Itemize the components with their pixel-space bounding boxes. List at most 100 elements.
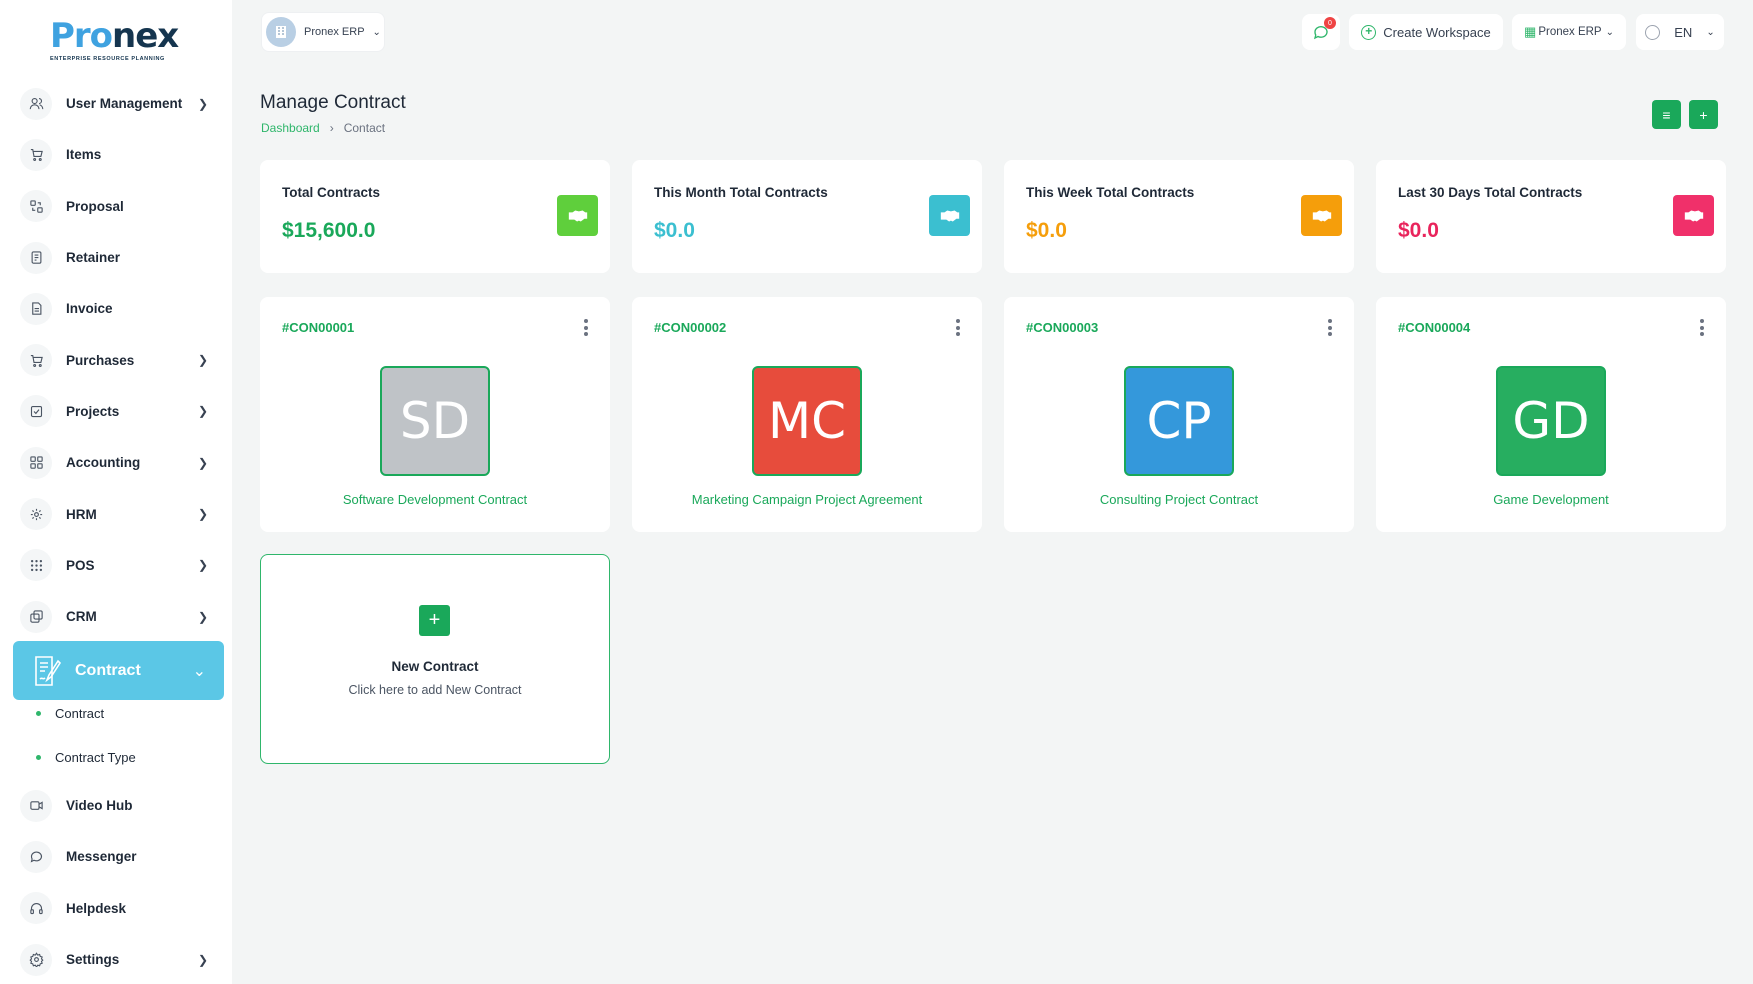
language-label: EN	[1674, 24, 1693, 40]
stat-card-this-month: This Month Total Contracts $0.0	[632, 160, 982, 273]
sidebar-nav: User Management ❯ Items Proposal Retaine…	[14, 78, 224, 642]
handshake-icon	[557, 195, 598, 236]
stat-value: $0.0	[654, 219, 695, 242]
sidebar-item-items[interactable]: Items	[14, 129, 224, 180]
workspace-name: Pronex ERP	[304, 26, 365, 38]
breadcrumb-dashboard-link[interactable]: Dashboard	[261, 121, 320, 135]
sidebar-item-label: Accounting	[66, 455, 141, 471]
sidebar-item-label: Projects	[66, 403, 120, 419]
workspace-select[interactable]: Pronex ERP ⌄	[261, 12, 385, 52]
contract-name[interactable]: Marketing Campaign Project Agreement	[632, 492, 982, 507]
contract-card[interactable]: #CON00002 MC Marketing Campaign Project …	[632, 297, 982, 532]
contract-id[interactable]: #CON00002	[654, 320, 726, 335]
contract-id[interactable]: #CON00004	[1398, 320, 1470, 335]
more-options-icon[interactable]	[584, 319, 588, 339]
sidebar-item-user-management[interactable]: User Management ❯	[14, 78, 224, 129]
chevron-right-icon: ❯	[197, 952, 208, 967]
sidebar-item-helpdesk[interactable]: Helpdesk	[14, 883, 224, 934]
chevron-down-icon: ⌄	[372, 26, 381, 38]
submenu-item-contract-type[interactable]: Contract Type	[36, 750, 136, 765]
list-view-button[interactable]: ≡	[1652, 100, 1681, 129]
users-icon	[20, 87, 52, 120]
erp-menu-button[interactable]: ▦ Pronex ERP ⌄	[1512, 14, 1626, 50]
contract-avatar: CP	[1124, 366, 1234, 476]
language-select[interactable]: EN ⌄	[1636, 14, 1724, 50]
sidebar-item-accounting[interactable]: Accounting ❯	[14, 437, 224, 488]
contract-card[interactable]: #CON00003 CP Consulting Project Contract	[1004, 297, 1354, 532]
more-options-icon[interactable]	[1328, 319, 1332, 339]
checkbox-icon	[20, 395, 52, 428]
sidebar-item-projects[interactable]: Projects ❯	[14, 386, 224, 437]
stat-label: Total Contracts	[282, 185, 381, 200]
sidebar-item-crm[interactable]: CRM ❯	[14, 591, 224, 642]
contract-id[interactable]: #CON00001	[282, 320, 354, 335]
chevron-down-icon: ⌄	[1605, 26, 1614, 38]
sidebar-item-invoice[interactable]: Invoice	[14, 283, 224, 334]
sidebar-item-label: HRM	[66, 506, 97, 522]
sidebar-nav-lower: Video Hub Messenger Helpdesk Settings ❯	[14, 780, 224, 984]
contract-name[interactable]: Consulting Project Contract	[1004, 492, 1354, 507]
bullet-icon	[36, 711, 41, 716]
proposal-icon	[20, 190, 52, 223]
submenu-item-contract[interactable]: Contract	[36, 706, 104, 721]
building-icon	[266, 17, 296, 47]
sidebar-item-pos[interactable]: POS ❯	[14, 540, 224, 591]
stat-card-total: Total Contracts $15,600.0	[260, 160, 610, 273]
sidebar-item-label: Contract	[75, 661, 141, 679]
apps-icon: ▦	[1524, 24, 1537, 39]
logo-word-a: Pro	[50, 16, 113, 56]
sidebar-item-label: Messenger	[66, 849, 137, 865]
contract-card[interactable]: #CON00004 GD Game Development	[1376, 297, 1726, 532]
plus-circle-icon: +	[1361, 24, 1377, 40]
sidebar-item-purchases[interactable]: Purchases ❯	[14, 334, 224, 385]
more-options-icon[interactable]	[956, 319, 960, 339]
messages-button[interactable]: 0	[1302, 14, 1340, 50]
create-workspace-label: Create Workspace	[1383, 24, 1491, 40]
add-contract-button[interactable]: +	[1689, 100, 1718, 129]
layers-icon	[20, 600, 52, 633]
contract-icon	[29, 653, 65, 689]
list-icon: ≡	[1662, 106, 1671, 123]
create-workspace-button[interactable]: + Create Workspace	[1349, 14, 1503, 50]
chevron-down-icon: ⌄	[1706, 26, 1715, 38]
sidebar-item-label: User Management	[66, 96, 183, 112]
breadcrumb-separator-icon: ›	[329, 121, 334, 135]
sidebar-item-label: CRM	[66, 609, 97, 625]
sidebar-item-hrm[interactable]: HRM ❯	[14, 488, 224, 539]
sidebar-item-retainer[interactable]: Retainer	[14, 232, 224, 283]
sidebar-item-settings[interactable]: Settings ❯	[14, 934, 224, 984]
sidebar-item-messenger[interactable]: Messenger	[14, 831, 224, 882]
sidebar-item-label: Settings	[66, 952, 120, 968]
chevron-right-icon: ❯	[197, 609, 208, 624]
contract-avatar: GD	[1496, 366, 1606, 476]
contract-name[interactable]: Software Development Contract	[260, 492, 610, 507]
sidebar-item-video-hub[interactable]: Video Hub	[14, 780, 224, 831]
erp-menu-label: Pronex ERP	[1538, 26, 1602, 38]
sidebar: Pronex ENTERPRISE RESOURCE PLANNING User…	[0, 0, 232, 984]
more-options-icon[interactable]	[1700, 319, 1704, 339]
sidebar-item-contract[interactable]: Contract ⌄	[13, 641, 224, 700]
breadcrumb: Dashboard › Contact	[261, 121, 385, 135]
stat-value: $0.0	[1026, 219, 1067, 242]
submenu-item-label: Contract	[55, 706, 105, 721]
logo-tagline: ENTERPRISE RESOURCE PLANNING	[50, 56, 165, 62]
chevron-right-icon: ❯	[197, 507, 208, 522]
new-contract-card[interactable]: + New Contract Click here to add New Con…	[260, 554, 610, 764]
contract-id[interactable]: #CON00003	[1026, 320, 1098, 335]
contract-avatar: MC	[752, 366, 862, 476]
contract-name[interactable]: Game Development	[1376, 492, 1726, 507]
notification-badge: 0	[1324, 17, 1336, 29]
sidebar-item-proposal[interactable]: Proposal	[14, 181, 224, 232]
new-contract-title: New Contract	[391, 659, 479, 674]
plus-icon[interactable]: +	[419, 605, 450, 636]
contract-avatar: SD	[380, 366, 490, 476]
stat-label: Last 30 Days Total Contracts	[1398, 185, 1583, 200]
handshake-icon	[1301, 195, 1342, 236]
sidebar-item-label: POS	[66, 557, 95, 573]
globe-icon	[1645, 24, 1661, 40]
contract-card[interactable]: #CON00001 SD Software Development Contra…	[260, 297, 610, 532]
chevron-down-icon: ⌄	[192, 662, 206, 680]
headphones-icon	[20, 892, 52, 925]
chevron-right-icon: ❯	[197, 558, 208, 573]
pronex-logo[interactable]: Pronex ENTERPRISE RESOURCE PLANNING	[50, 18, 180, 68]
